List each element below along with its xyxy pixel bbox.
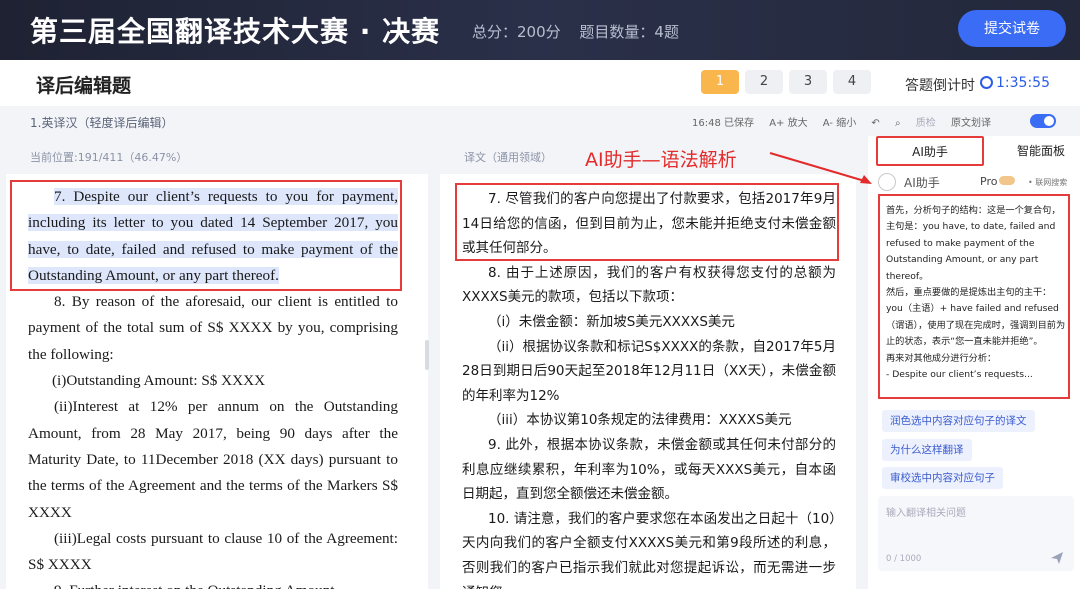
exam-meta: 总分：200分 题目数量：4题 <box>472 21 693 42</box>
zoom-in-button[interactable]: A+ 放大 <box>769 118 807 129</box>
ai-name: AI助手 <box>904 176 940 190</box>
target-paragraph[interactable]: 9. 此外，根据本协议条款，未偿金额或其任何未付部分的利息应继续累积，年利率为1… <box>462 433 836 507</box>
question-tab-1[interactable]: 1 <box>701 70 739 94</box>
clock-icon <box>980 76 993 89</box>
web-search-toggle[interactable]: • 联网搜索 <box>1028 177 1067 188</box>
pro-toggle[interactable]: Pro <box>980 175 1016 188</box>
total-score: 总分：200分 <box>472 23 561 41</box>
save-status: 16:48 已保存 <box>692 118 754 129</box>
line-translate-label: 原文划译 <box>950 118 991 129</box>
question-count: 题目数量：4题 <box>579 23 679 41</box>
ai-output-highlight-box <box>878 194 1070 399</box>
ask-input[interactable]: 输入翻译相关问题 0 / 1000 <box>878 496 1074 571</box>
tab-smart-board[interactable]: 智能面板 <box>1006 136 1076 166</box>
line-translate-toggle[interactable] <box>1030 114 1056 128</box>
tab-ai-assistant[interactable]: AI助手 <box>876 136 984 166</box>
qa-button[interactable]: 质检 <box>916 118 936 129</box>
pro-label: Pro <box>980 175 998 188</box>
exam-sheet: 译后编辑题 1 2 3 4 答题倒计时 1:35:55 1.英译汉（轻度译后编辑… <box>0 60 1080 589</box>
annotation-label: AI助手—语法解析 <box>585 149 737 171</box>
source-paragraph[interactable]: (i)Outstanding Amount: S$ XXXX <box>28 368 398 394</box>
contest-title: 第三届全国翻译技术大赛 · 决赛 <box>30 15 441 48</box>
page-title: 译后编辑题 <box>36 75 132 97</box>
target-paragraph[interactable]: 10. 请注意，我们的客户要求您在本函发出之日起十（10）天内向我们的客户全额支… <box>462 507 836 589</box>
source-position: 当前位置:191/411（46.47%） <box>30 151 188 164</box>
source-paragraph[interactable]: 9. Further interest on the Outstanding A… <box>28 578 398 589</box>
target-paragraph[interactable]: 8. 由于上述原因，我们的客户有权获得您支付的总额为XXXXS美元的款项，包括以… <box>462 261 836 310</box>
ai-header: AI助手 Pro • 联网搜索 <box>878 172 1078 192</box>
submit-exam-button[interactable]: 提交试卷 <box>958 10 1066 47</box>
target-label: 译文（通用领域） <box>464 151 552 164</box>
send-icon[interactable] <box>1050 551 1064 565</box>
suggestion-review[interactable]: 审校选中内容对应句子 <box>882 467 1003 489</box>
target-highlight-box <box>455 183 839 261</box>
suggestion-why[interactable]: 为什么这样翻译 <box>882 439 972 461</box>
source-highlight-box <box>10 180 402 291</box>
timer-label: 答题倒计时 <box>905 78 975 94</box>
task-name: 1.英译汉（轻度译后编辑） <box>30 116 174 130</box>
question-tab-3[interactable]: 3 <box>789 70 827 94</box>
question-header: 译后编辑题 1 2 3 4 答题倒计时 1:35:55 <box>0 60 1080 106</box>
ask-char-count: 0 / 1000 <box>886 554 922 564</box>
target-panel[interactable]: 7. 尽管我们的客户向您提出了付款要求，包括2017年9月14日给您的信函，但到… <box>440 174 856 589</box>
ai-avatar-icon <box>878 173 896 191</box>
source-panel[interactable]: 7. Despite our client’s requests to you … <box>6 174 428 589</box>
zoom-out-button[interactable]: A- 缩小 <box>823 118 856 129</box>
pro-switch-icon[interactable] <box>999 176 1016 185</box>
question-tab-4[interactable]: 4 <box>833 70 871 94</box>
search-icon[interactable]: ⌕ <box>895 118 901 129</box>
timer-value: 1:35:55 <box>996 75 1050 91</box>
editor-tools: 16:48 已保存 A+ 放大 A- 缩小 ↶ ⌕ 质检 原文划译 <box>692 114 1003 129</box>
source-scrollbar[interactable] <box>425 340 429 370</box>
suggestion-polish[interactable]: 润色选中内容对应句子的译文 <box>882 410 1035 432</box>
timer: 1:35:55 <box>980 75 1050 91</box>
source-paragraph[interactable]: (iii)Legal costs pursuant to clause 10 o… <box>28 526 398 579</box>
source-paragraph[interactable]: 8. By reason of the aforesaid, our clien… <box>28 289 398 368</box>
target-paragraph[interactable]: （ii）根据协议条款和标记S$XXXX的条款，自2017年5月28日到期日后90… <box>462 335 836 409</box>
target-paragraph[interactable]: （iii）本协议第10条规定的法律费用：XXXXS美元 <box>462 408 836 433</box>
question-tab-2[interactable]: 2 <box>745 70 783 94</box>
source-paragraph[interactable]: (ii)Interest at 12% per annum on the Out… <box>28 394 398 525</box>
annotation-arrow-icon <box>769 152 872 184</box>
contest-banner: 第三届全国翻译技术大赛 · 决赛 总分：200分 题目数量：4题 提交试卷 <box>0 0 1080 60</box>
undo-icon[interactable]: ↶ <box>871 118 879 129</box>
task-toolbar: 1.英译汉（轻度译后编辑） 16:48 已保存 A+ 放大 A- 缩小 ↶ ⌕ … <box>0 106 991 136</box>
target-paragraph[interactable]: （i）未偿金额：新加坡S美元XXXXS美元 <box>462 310 836 335</box>
ask-placeholder: 输入翻译相关问题 <box>886 508 966 519</box>
